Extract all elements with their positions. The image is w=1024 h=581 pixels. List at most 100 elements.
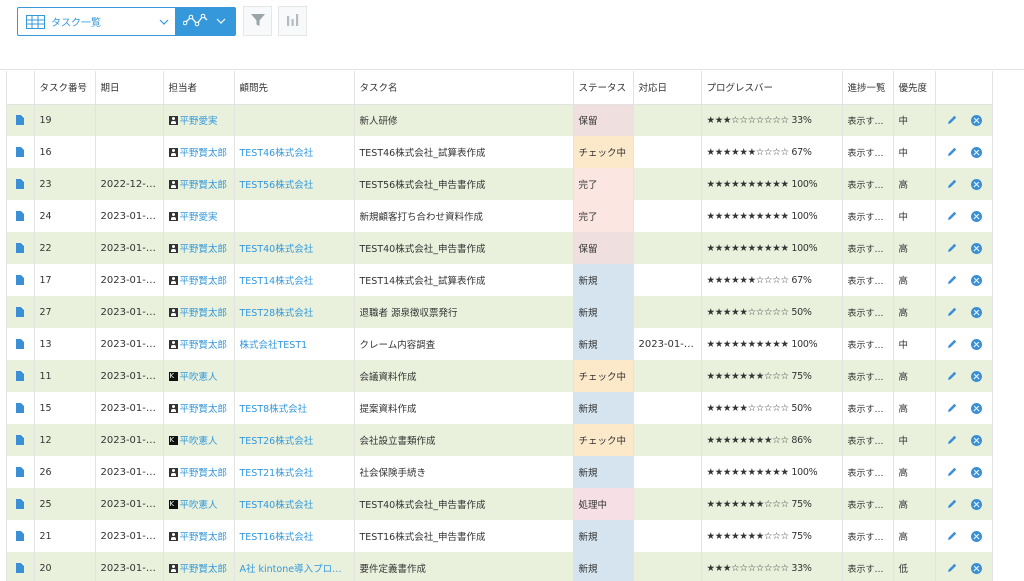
- client-cell[interactable]: TEST26株式会社: [234, 424, 355, 456]
- progress-list-cell[interactable]: 表示する: [842, 456, 894, 488]
- client-cell[interactable]: TEST14株式会社: [234, 264, 355, 296]
- progress-list-cell[interactable]: 表示する: [842, 328, 894, 360]
- client-cell[interactable]: A社 kintone導入プロジ…: [234, 552, 355, 581]
- document-icon[interactable]: [16, 531, 25, 541]
- column-header-status[interactable]: ステータス: [573, 71, 634, 105]
- close-circle-icon[interactable]: [970, 210, 982, 222]
- close-circle-icon[interactable]: [970, 562, 982, 574]
- document-icon[interactable]: [16, 435, 25, 445]
- client-cell[interactable]: [234, 360, 355, 392]
- staff-link[interactable]: 平吹憲人: [180, 500, 218, 511]
- staff-link[interactable]: 平吹憲人: [180, 436, 218, 447]
- progress-list-cell[interactable]: 表示する: [842, 264, 894, 296]
- progress-list-cell[interactable]: 表示する: [842, 360, 894, 392]
- close-circle-icon[interactable]: [970, 370, 982, 382]
- progress-list-cell[interactable]: 表示する: [842, 104, 894, 136]
- client-cell[interactable]: TEST16株式会社: [234, 520, 355, 552]
- staff-link[interactable]: 平野賢太郎: [180, 340, 228, 351]
- pencil-edit-icon[interactable]: [946, 146, 958, 158]
- document-icon[interactable]: [16, 467, 25, 477]
- pencil-edit-icon[interactable]: [946, 498, 958, 510]
- client-cell[interactable]: [234, 200, 355, 232]
- client-cell[interactable]: TEST46株式会社: [234, 136, 355, 168]
- record-detail-cell[interactable]: [7, 200, 35, 232]
- document-icon[interactable]: [16, 307, 25, 317]
- close-circle-icon[interactable]: [970, 274, 982, 286]
- client-cell[interactable]: TEST40株式会社: [234, 488, 355, 520]
- record-detail-cell[interactable]: [7, 328, 35, 360]
- progress-list-cell[interactable]: 表示する: [842, 232, 894, 264]
- progress-list-cell[interactable]: 表示する: [842, 488, 894, 520]
- record-detail-cell[interactable]: [7, 552, 35, 581]
- document-icon[interactable]: [16, 211, 25, 221]
- close-circle-icon[interactable]: [970, 530, 982, 542]
- pencil-edit-icon[interactable]: [946, 210, 958, 222]
- document-icon[interactable]: [16, 179, 25, 189]
- staff-link[interactable]: 平野賢太郎: [180, 148, 228, 159]
- staff-link[interactable]: 平野賢太郎: [180, 532, 228, 543]
- column-header-task-name[interactable]: タスク名: [354, 71, 574, 105]
- staff-link[interactable]: 平野賢太郎: [180, 180, 228, 191]
- column-header-priority[interactable]: 優先度: [893, 71, 936, 105]
- column-header-progress-list[interactable]: 進捗一覧: [842, 71, 894, 105]
- record-detail-cell[interactable]: [7, 456, 35, 488]
- view-select[interactable]: タスク一覧: [17, 7, 176, 36]
- pencil-edit-icon[interactable]: [946, 530, 958, 542]
- progress-list-cell[interactable]: 表示する: [842, 520, 894, 552]
- document-icon[interactable]: [16, 243, 25, 253]
- staff-link[interactable]: 平野愛実: [180, 212, 218, 223]
- close-circle-icon[interactable]: [970, 114, 982, 126]
- progress-list-cell[interactable]: 表示する: [842, 392, 894, 424]
- pencil-edit-icon[interactable]: [946, 402, 958, 414]
- staff-link[interactable]: 平野賢太郎: [180, 244, 228, 255]
- progress-list-cell[interactable]: 表示する: [842, 168, 894, 200]
- close-circle-icon[interactable]: [970, 146, 982, 158]
- pencil-edit-icon[interactable]: [946, 562, 958, 574]
- client-cell[interactable]: TEST28株式会社: [234, 296, 355, 328]
- staff-link[interactable]: 平野賢太郎: [180, 468, 228, 479]
- record-detail-cell[interactable]: [7, 392, 35, 424]
- close-circle-icon[interactable]: [970, 498, 982, 510]
- client-cell[interactable]: TEST40株式会社: [234, 232, 355, 264]
- chart-button[interactable]: [278, 6, 307, 36]
- pencil-edit-icon[interactable]: [946, 370, 958, 382]
- record-detail-cell[interactable]: [7, 136, 35, 168]
- document-icon[interactable]: [16, 403, 25, 413]
- close-circle-icon[interactable]: [970, 434, 982, 446]
- progress-list-cell[interactable]: 表示する: [842, 136, 894, 168]
- column-header-client[interactable]: 顧問先: [234, 71, 355, 105]
- record-detail-cell[interactable]: [7, 296, 35, 328]
- pencil-edit-icon[interactable]: [946, 178, 958, 190]
- staff-link[interactable]: 平野賢太郎: [180, 308, 228, 319]
- column-header-staff[interactable]: 担当者: [163, 71, 235, 105]
- record-detail-cell[interactable]: [7, 104, 35, 136]
- pencil-edit-icon[interactable]: [946, 306, 958, 318]
- filter-button[interactable]: [243, 6, 272, 36]
- document-icon[interactable]: [16, 563, 25, 573]
- progress-list-cell[interactable]: 表示する: [842, 200, 894, 232]
- document-icon[interactable]: [16, 499, 25, 509]
- document-icon[interactable]: [16, 371, 25, 381]
- record-detail-cell[interactable]: [7, 264, 35, 296]
- staff-link[interactable]: 平野賢太郎: [180, 276, 228, 287]
- document-icon[interactable]: [16, 147, 25, 157]
- client-cell[interactable]: TEST8株式会社: [234, 392, 355, 424]
- record-detail-cell[interactable]: [7, 232, 35, 264]
- column-header-handled-date[interactable]: 対応日: [633, 71, 702, 105]
- progress-list-cell[interactable]: 表示する: [842, 552, 894, 581]
- close-circle-icon[interactable]: [970, 402, 982, 414]
- record-detail-cell[interactable]: [7, 488, 35, 520]
- column-header-task-number[interactable]: タスク番号: [34, 71, 96, 105]
- client-cell[interactable]: 株式会社TEST1: [234, 328, 355, 360]
- close-circle-icon[interactable]: [970, 242, 982, 254]
- staff-link[interactable]: 平野賢太郎: [180, 564, 228, 575]
- close-circle-icon[interactable]: [970, 466, 982, 478]
- client-cell[interactable]: TEST21株式会社: [234, 456, 355, 488]
- client-cell[interactable]: TEST56株式会社: [234, 168, 355, 200]
- pencil-edit-icon[interactable]: [946, 338, 958, 350]
- pencil-edit-icon[interactable]: [946, 274, 958, 286]
- record-detail-cell[interactable]: [7, 520, 35, 552]
- graph-view-button[interactable]: [176, 7, 236, 36]
- record-detail-cell[interactable]: [7, 168, 35, 200]
- staff-link[interactable]: 平野賢太郎: [180, 404, 228, 415]
